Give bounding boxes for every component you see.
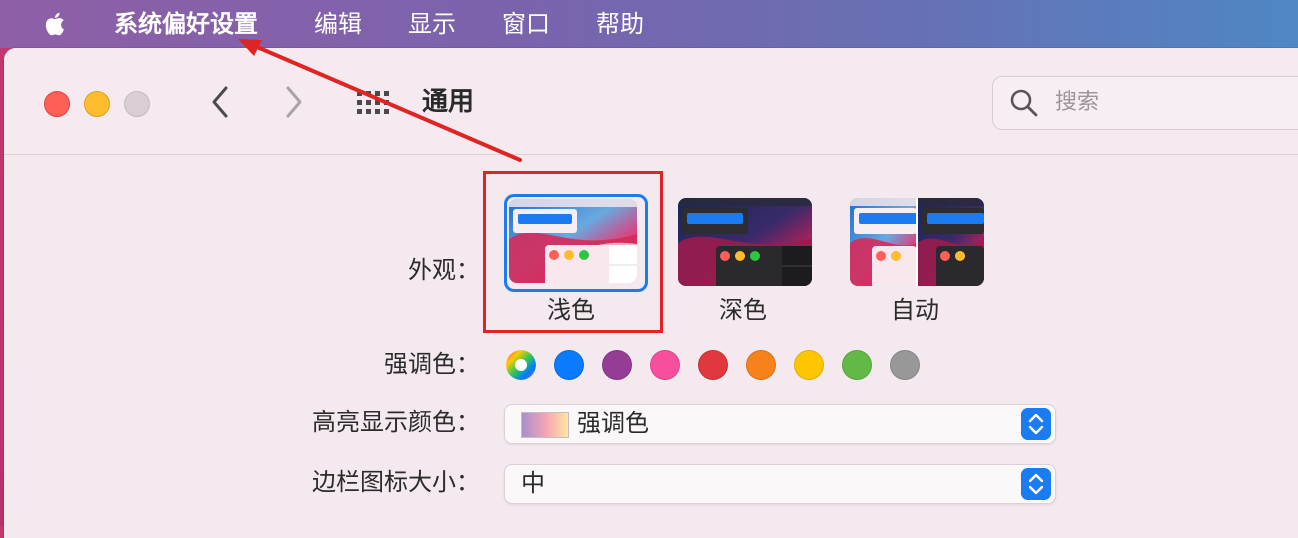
forward-arrow-icon[interactable]	[282, 84, 306, 120]
highlight-color-label: 高亮显示颜色：	[312, 408, 480, 436]
menu-bar: 系统偏好设置 编辑 显示 窗口 帮助	[0, 0, 1298, 48]
close-button[interactable]	[44, 91, 70, 117]
menu-app-name[interactable]: 系统偏好设置	[114, 8, 258, 40]
accent-color-label: 强调色：	[384, 350, 480, 378]
sidebar-icon-size-value: 中	[521, 469, 545, 497]
search-placeholder: 搜索	[1055, 90, 1100, 115]
accent-graphite-swatch[interactable]	[890, 350, 920, 380]
highlight-color-value: 强调色	[577, 409, 649, 437]
pane-title: 通用	[422, 87, 475, 117]
appearance-auto-thumbnail[interactable]	[850, 198, 984, 286]
sidebar-icon-size-label: 边栏图标大小：	[312, 468, 480, 496]
appearance-dark-thumbnail[interactable]	[678, 198, 812, 286]
back-arrow-icon[interactable]	[208, 84, 232, 120]
apple-icon[interactable]	[42, 10, 70, 38]
appearance-dark-label[interactable]: 深色	[719, 294, 767, 326]
annotation-highlight-box	[483, 171, 663, 333]
accent-orange-swatch[interactable]	[746, 350, 776, 380]
menu-help[interactable]: 帮助	[596, 8, 644, 40]
accent-purple-swatch[interactable]	[602, 350, 632, 380]
toolbar: 通用 搜索	[4, 48, 1298, 155]
menu-view[interactable]: 显示	[408, 8, 456, 40]
highlight-color-popup[interactable]: 强调色	[504, 404, 1056, 444]
accent-pink-swatch[interactable]	[650, 350, 680, 380]
appearance-auto-label[interactable]: 自动	[891, 294, 939, 326]
accent-red-swatch[interactable]	[698, 350, 728, 380]
show-all-grid-icon[interactable]	[356, 90, 392, 116]
search-icon	[1010, 89, 1038, 117]
accent-green-swatch[interactable]	[842, 350, 872, 380]
minimize-button[interactable]	[84, 91, 110, 117]
accent-multicolor-swatch[interactable]	[506, 350, 536, 380]
accent-yellow-swatch[interactable]	[794, 350, 824, 380]
appearance-label: 外观：	[408, 256, 480, 284]
menu-window[interactable]: 窗口	[502, 8, 550, 40]
highlight-color-preview	[521, 412, 569, 438]
sidebar-icon-size-popup[interactable]: 中	[504, 464, 1056, 504]
zoom-button[interactable]	[124, 91, 150, 117]
popup-stepper-icon	[1021, 468, 1051, 500]
popup-stepper-icon	[1021, 408, 1051, 440]
menu-edit[interactable]: 编辑	[314, 8, 362, 40]
accent-blue-swatch[interactable]	[554, 350, 584, 380]
search-field[interactable]: 搜索	[992, 76, 1298, 130]
preferences-window: 通用 搜索 外观： 浅色 深色 自动 强调色： 高亮显示颜色： 强调色 边栏图标…	[4, 48, 1298, 538]
